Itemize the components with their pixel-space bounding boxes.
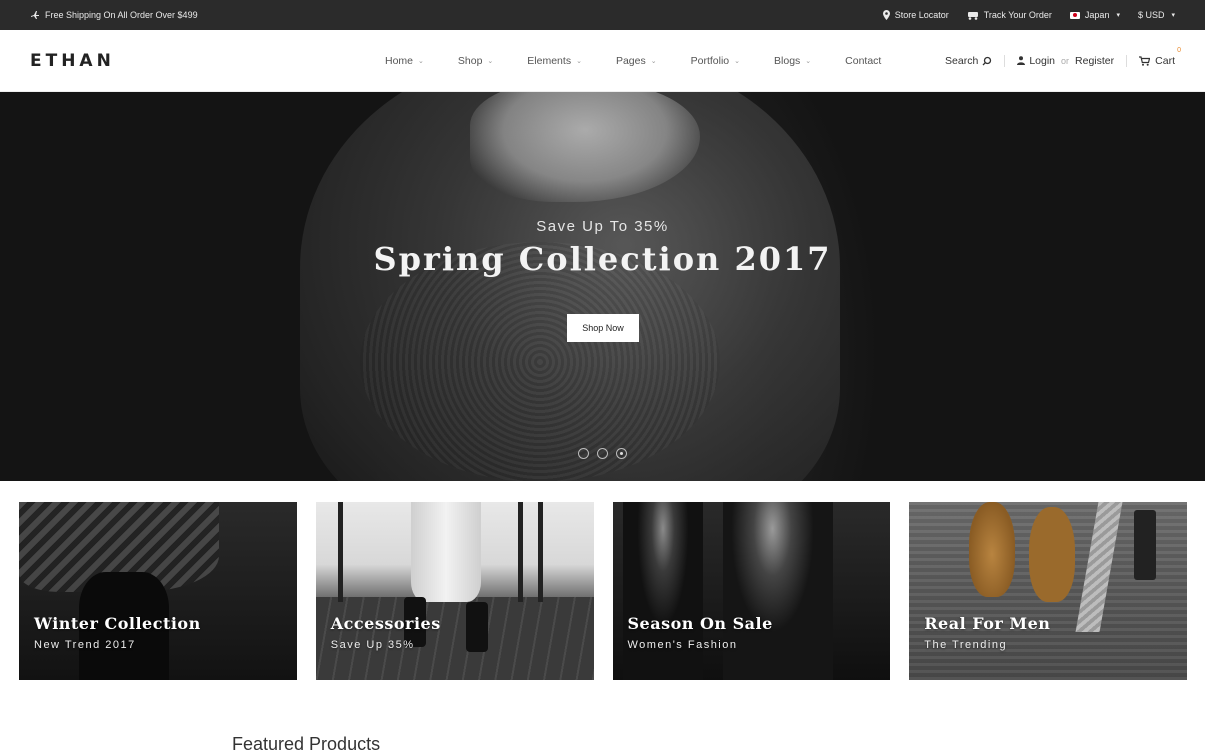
nav-item-shop[interactable]: Shop ⌄ bbox=[458, 55, 493, 67]
banner-title: Accessories bbox=[330, 614, 441, 633]
chevron-down-icon: ⌄ bbox=[734, 57, 741, 65]
banner-winter-collection[interactable]: Winter Collection New Trend 2017 bbox=[19, 502, 297, 680]
main-nav: Home ⌄ Shop ⌄ Elements ⌄ Pages ⌄ Portfolio ⌄ … bbox=[385, 55, 881, 67]
nav-item-portfolio[interactable]: Portfolio ⌄ bbox=[691, 55, 740, 67]
banner-image bbox=[337, 502, 343, 602]
search-icon bbox=[982, 56, 992, 66]
user-icon bbox=[1017, 56, 1026, 65]
cart-icon bbox=[1139, 55, 1151, 66]
top-bar: Free Shipping On All Order Over $499 Sto… bbox=[0, 0, 1205, 30]
nav-item-label: Pages bbox=[615, 54, 646, 67]
nav-item-label: Shop bbox=[457, 54, 483, 67]
featured-products-heading: Featured Products bbox=[232, 734, 381, 754]
chevron-down-icon: ⌄ bbox=[487, 57, 494, 65]
chevron-down-icon: ▾ bbox=[1116, 12, 1120, 19]
plane-icon bbox=[30, 10, 40, 20]
divider bbox=[1126, 54, 1128, 67]
nav-item-label: Contact bbox=[845, 54, 882, 67]
chevron-down-icon: ⌄ bbox=[418, 57, 424, 65]
login-link[interactable]: Login bbox=[1017, 55, 1055, 67]
nav-item-label: Portfolio bbox=[690, 54, 730, 67]
site-logo[interactable]: ETHAN bbox=[30, 51, 230, 71]
slider-dot-3[interactable] bbox=[616, 448, 627, 459]
free-shipping-text: Free Shipping On All Order Over $499 bbox=[45, 10, 198, 20]
banner-image bbox=[622, 502, 703, 680]
store-locator-link[interactable]: Store Locator bbox=[882, 10, 949, 20]
track-order-link[interactable]: Track Your Order bbox=[967, 10, 1052, 20]
category-banners: Winter Collection New Trend 2017 Accesso… bbox=[19, 502, 1187, 680]
chevron-down-icon: ⌄ bbox=[650, 57, 657, 65]
nav-item-home[interactable]: Home ⌄ bbox=[385, 55, 424, 67]
nav-item-label: Home bbox=[385, 54, 414, 67]
slider-pagination bbox=[578, 448, 627, 459]
banner-subtitle: Save Up 35% bbox=[330, 639, 415, 651]
banner-title: Real For Men bbox=[924, 614, 1051, 633]
nav-item-blogs[interactable]: Blogs ⌄ bbox=[774, 55, 811, 67]
banner-subtitle: The Trending bbox=[924, 639, 1008, 651]
store-locator-label: Store Locator bbox=[894, 10, 949, 20]
chevron-down-icon: ⌄ bbox=[805, 57, 812, 65]
search-label: Search bbox=[945, 54, 979, 67]
slider-dot-1[interactable] bbox=[578, 448, 589, 459]
japan-flag-icon bbox=[1069, 11, 1080, 19]
banner-image bbox=[410, 502, 481, 602]
nav-item-label: Elements bbox=[527, 54, 572, 67]
free-shipping-notice: Free Shipping On All Order Over $499 bbox=[30, 10, 198, 20]
hero-slider: Save Up To 35% Spring Collection 2017 Sh… bbox=[0, 92, 1205, 481]
nav-item-pages[interactable]: Pages ⌄ bbox=[616, 55, 657, 67]
banner-image bbox=[722, 502, 833, 680]
truck-icon bbox=[967, 11, 979, 20]
map-pin-icon bbox=[882, 10, 890, 20]
track-order-label: Track Your Order bbox=[983, 10, 1052, 20]
slider-dot-2[interactable] bbox=[597, 448, 608, 459]
banner-subtitle: Women's Fashion bbox=[627, 639, 738, 651]
search-button[interactable]: Search bbox=[945, 55, 992, 67]
banner-image bbox=[969, 502, 1016, 597]
cart-count-badge: 0 bbox=[1177, 46, 1181, 54]
shop-now-button[interactable]: Shop Now bbox=[567, 314, 639, 342]
hero-subtitle: Save Up To 35% bbox=[536, 218, 669, 235]
chevron-down-icon: ⌄ bbox=[576, 57, 582, 65]
currency-selector[interactable]: $ USD ▾ bbox=[1138, 10, 1175, 20]
nav-item-contact[interactable]: Contact bbox=[845, 55, 881, 67]
banner-subtitle: New Trend 2017 bbox=[34, 639, 136, 651]
currency-label: $ USD bbox=[1137, 10, 1165, 20]
divider bbox=[1004, 54, 1006, 67]
or-text: or bbox=[1061, 55, 1070, 66]
hero-title: Spring Collection 2017 bbox=[373, 240, 832, 278]
header-actions: Search Login or Register Cart 0 bbox=[945, 47, 1181, 67]
banner-real-for-men[interactable]: Real For Men The Trending bbox=[909, 502, 1187, 680]
register-link[interactable]: Register bbox=[1075, 55, 1114, 67]
banner-season-on-sale[interactable]: Season On Sale Women's Fashion bbox=[612, 502, 891, 680]
banner-accessories[interactable]: Accessories Save Up 35% bbox=[315, 502, 594, 680]
banner-image bbox=[1134, 510, 1157, 580]
cart-button[interactable]: Cart 0 bbox=[1139, 47, 1181, 67]
login-label: Login bbox=[1029, 54, 1056, 67]
nav-item-label: Blogs bbox=[774, 54, 801, 67]
banner-title: Winter Collection bbox=[34, 614, 201, 633]
cart-label: Cart bbox=[1155, 54, 1175, 67]
banner-title: Season On Sale bbox=[627, 614, 773, 633]
chevron-down-icon: ▾ bbox=[1171, 12, 1175, 19]
site-header: ETHAN Home ⌄ Shop ⌄ Elements ⌄ Pages ⌄ Portf… bbox=[0, 30, 1205, 92]
country-selector[interactable]: Japan ▾ bbox=[1069, 10, 1120, 20]
country-label: Japan bbox=[1084, 10, 1110, 20]
nav-item-elements[interactable]: Elements ⌄ bbox=[527, 55, 582, 67]
